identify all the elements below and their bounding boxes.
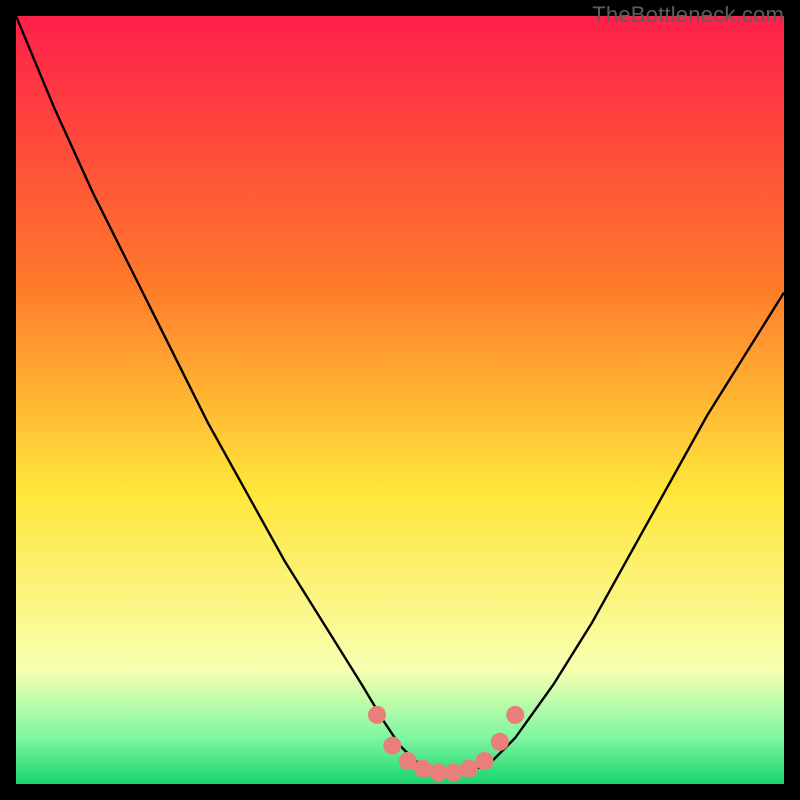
dot-right-upper	[506, 706, 524, 724]
dot-bottom-1	[414, 760, 432, 778]
watermark-text: TheBottleneck.com	[592, 2, 784, 28]
chart-frame: TheBottleneck.com	[0, 0, 800, 800]
dot-bottom-2	[429, 764, 447, 782]
dot-left-low	[399, 752, 417, 770]
dot-bottom-3	[445, 764, 463, 782]
dot-bottom-4	[460, 760, 478, 778]
dot-left-upper	[368, 706, 386, 724]
dot-right-mid	[491, 733, 509, 751]
plot-area	[16, 16, 784, 784]
dot-right-low	[476, 752, 494, 770]
dot-left-mid	[383, 737, 401, 755]
gradient-background	[16, 16, 784, 784]
bottleneck-chart	[16, 16, 784, 784]
